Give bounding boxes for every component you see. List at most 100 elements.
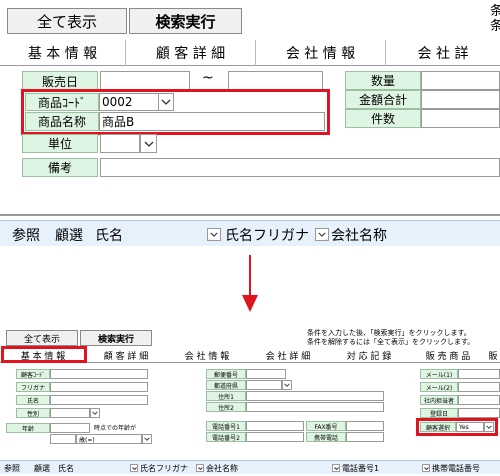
- amount-total-input[interactable]: [421, 90, 500, 109]
- chevron-down-icon: [144, 437, 150, 441]
- chevron-down-icon: [333, 466, 339, 470]
- sales-date-from-input[interactable]: [100, 71, 190, 91]
- mail1-input[interactable]: [458, 369, 500, 379]
- col-ref[interactable]: 参照: [12, 225, 40, 245]
- postal-code-label: 郵便番号: [206, 369, 246, 379]
- age-number-input[interactable]: [50, 434, 76, 444]
- col-name[interactable]: 氏名: [95, 225, 123, 245]
- col-select[interactable]: 顧選: [55, 225, 83, 245]
- tilde-text: ~: [202, 70, 214, 86]
- gender-dropdown[interactable]: [90, 408, 100, 418]
- highlight-box-customer-select: [416, 418, 498, 436]
- gender-input[interactable]: [50, 408, 90, 418]
- col-name-small[interactable]: 氏名: [58, 463, 74, 474]
- instruction-line-2: 条件を解除するには「全て表示」をクリックします。: [307, 338, 475, 346]
- list-header: 参照 顧選 氏名 氏名フリガナ 会社名称: [0, 220, 500, 246]
- col-phone1-small[interactable]: 電話番号1: [342, 463, 379, 474]
- search-button-small[interactable]: 検索実行: [80, 330, 152, 346]
- mobile-input[interactable]: [346, 432, 384, 442]
- bottom-panel: 全て表示 検索実行 条件を入力した後、「検索実行」をクリックします。 条件を解除…: [0, 326, 500, 476]
- mail1-label: メール(1): [420, 369, 458, 379]
- remarks-input[interactable]: [100, 158, 500, 177]
- age-date-input[interactable]: [50, 423, 90, 433]
- unit-label: 単位: [22, 134, 98, 153]
- top-panel: 全て表示 検索実行 条条 基 本 情 報 顧 客 詳 細 会 社 情 報 会 社…: [0, 0, 500, 246]
- chevron-down-icon: [423, 466, 429, 470]
- count-label: 件数: [345, 109, 421, 128]
- tab-response-log-small[interactable]: 対 応 記 録: [328, 348, 410, 363]
- tab-customer-detail-small[interactable]: 顧 客 詳 細: [86, 348, 166, 363]
- customer-code-input[interactable]: [50, 369, 148, 379]
- col-kana-small[interactable]: 氏名フリガナ: [140, 463, 188, 474]
- tab-company-info-small[interactable]: 会 社 情 報: [166, 348, 248, 363]
- age-condition-select[interactable]: 歳(=): [76, 434, 142, 444]
- unit-dropdown[interactable]: [140, 134, 157, 153]
- address2-input[interactable]: [246, 402, 384, 412]
- mail2-label: メール(2): [420, 382, 458, 392]
- tab-company-info[interactable]: 会 社 情 報: [256, 40, 386, 66]
- phone1-input[interactable]: [246, 421, 304, 431]
- chevron-down-icon: [318, 232, 326, 237]
- furigana-label: フリガナ: [16, 382, 50, 392]
- col-mobile-sort-dropdown-small[interactable]: [422, 464, 430, 472]
- list-header-small: 参照 顧選 氏名 氏名フリガナ 会社名称 電話番号1 携帯電話番号: [0, 460, 500, 474]
- col-name-sort-dropdown[interactable]: [207, 228, 221, 241]
- address2-label: 住所2: [206, 402, 246, 412]
- col-mobile-small[interactable]: 携帯電話番号: [432, 463, 480, 474]
- tab-sales-more-small[interactable]: 販: [486, 348, 500, 363]
- register-date-label: 登録日: [420, 408, 458, 418]
- prefecture-label: 都道府県: [206, 380, 246, 390]
- remarks-label: 備考: [22, 158, 98, 177]
- tab-bar: 基 本 情 報 顧 客 詳 細 会 社 情 報 会 社 詳: [0, 40, 500, 66]
- phone2-label: 電話番号2: [206, 432, 246, 442]
- sales-date-to-input[interactable]: [228, 71, 323, 91]
- postal-code-input[interactable]: [246, 369, 286, 379]
- sales-date-label: 販売日: [22, 71, 98, 91]
- col-name-sort-dropdown-small[interactable]: [130, 464, 138, 472]
- unit-input[interactable]: [100, 134, 140, 153]
- highlight-box-basic-tab: [1, 346, 87, 363]
- address1-label: 住所1: [206, 391, 246, 401]
- col-phone1-sort-dropdown-small[interactable]: [332, 464, 340, 472]
- mobile-label: 携帯電話: [306, 432, 346, 442]
- down-arrow-icon: [241, 255, 259, 313]
- tab-basic-info[interactable]: 基 本 情 報: [0, 40, 126, 66]
- mail2-input[interactable]: [458, 382, 500, 392]
- chevron-down-icon: [144, 141, 153, 147]
- address1-input[interactable]: [246, 391, 384, 401]
- name-label: 氏名: [16, 395, 50, 405]
- tab-company-detail-small[interactable]: 会 社 詳 細: [248, 348, 328, 363]
- count-input[interactable]: [421, 109, 500, 128]
- tab-customer-detail[interactable]: 顧 客 詳 細: [126, 40, 256, 66]
- prefecture-input[interactable]: [246, 380, 282, 390]
- search-button[interactable]: 検索実行: [129, 8, 242, 34]
- age-condition-dropdown[interactable]: [142, 434, 152, 444]
- fax-label: FAX番号: [306, 421, 346, 431]
- col-company[interactable]: 会社名称: [331, 225, 387, 245]
- show-all-button[interactable]: 全て表示: [7, 8, 127, 34]
- amount-total-label: 金額合計: [345, 90, 421, 109]
- col-kana-sort-dropdown-small[interactable]: [196, 464, 204, 472]
- col-kana-sort-dropdown[interactable]: [315, 228, 329, 241]
- quantity-input[interactable]: [421, 71, 500, 90]
- col-ref-small[interactable]: 参照: [4, 463, 20, 474]
- chevron-down-icon: [131, 466, 137, 470]
- register-date-input[interactable]: [458, 408, 500, 418]
- tab-sales-products-small[interactable]: 販 売 商 品: [410, 348, 486, 363]
- name-input[interactable]: [50, 395, 148, 405]
- quantity-label: 数量: [345, 71, 421, 90]
- show-all-button-small[interactable]: 全て表示: [6, 330, 78, 346]
- staff-label: 社内担当者: [420, 395, 458, 405]
- furigana-input[interactable]: [50, 382, 148, 392]
- staff-input[interactable]: [458, 395, 500, 405]
- phone2-input[interactable]: [246, 432, 304, 442]
- col-select-small[interactable]: 顧選: [34, 463, 50, 474]
- prefecture-dropdown[interactable]: [282, 380, 292, 390]
- age-note-text: 時点での年齢が: [94, 425, 137, 432]
- tab-company-detail[interactable]: 会 社 詳: [386, 40, 500, 66]
- gender-label: 性別: [16, 408, 50, 418]
- col-kana[interactable]: 氏名フリガナ: [225, 225, 309, 245]
- chevron-down-icon: [92, 411, 98, 415]
- col-company-small[interactable]: 会社名称: [206, 463, 238, 474]
- fax-input[interactable]: [346, 421, 384, 431]
